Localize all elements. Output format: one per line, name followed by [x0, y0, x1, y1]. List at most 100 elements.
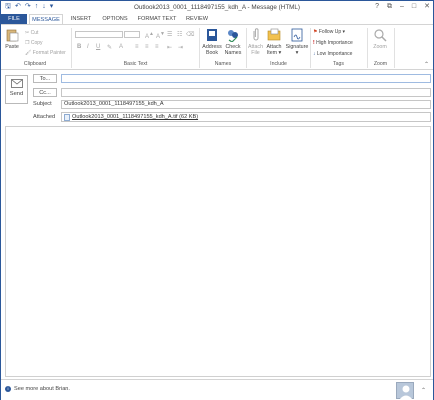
attach-item-label-2: Item ▾ — [266, 50, 282, 56]
follow-up-label: Follow Up ▾ — [318, 29, 346, 35]
window-controls: ? ⧉ – □ ✕ — [375, 3, 430, 11]
signature-icon — [291, 28, 303, 42]
check-names-button[interactable]: Check Names — [223, 28, 243, 56]
check-names-icon — [228, 30, 238, 43]
address-book-icon — [207, 29, 217, 41]
attach-file-label-2: File — [251, 50, 260, 56]
paste-icon — [6, 29, 19, 42]
font-size-combo[interactable] — [124, 31, 140, 38]
attachment-field: Outlook2013_0001_1118497155_kdh_A.tif (6… — [61, 112, 431, 122]
shrink-font-icon[interactable]: A▼ — [156, 31, 165, 40]
subject-field[interactable]: Outlook2013_0001_1118497155_kdh_A — [61, 100, 431, 109]
tab-review[interactable]: REVIEW — [182, 14, 212, 24]
zoom-group-label: Zoom — [373, 61, 388, 67]
include-group-label: Include — [270, 61, 287, 67]
down-arrow-icon: ↓ — [313, 51, 316, 57]
tif-file-icon — [64, 113, 70, 121]
send-icon — [10, 79, 23, 88]
separator — [199, 28, 200, 68]
align-right-icon[interactable]: ≡ — [155, 44, 159, 50]
minimize-icon[interactable]: – — [400, 3, 404, 11]
decrease-indent-icon[interactable]: ⇤ — [167, 44, 172, 51]
ribbon-display-icon[interactable]: ⧉ — [387, 3, 392, 11]
people-pane-bar: i See more about Brian. ⌃ — [1, 379, 433, 400]
cc-button[interactable]: Cc... — [33, 88, 57, 97]
cut-label: Cut — [30, 30, 39, 36]
window-title: Outlook2013_0001_1118497155_kdh_A - Mess… — [133, 4, 301, 11]
zoom-label: Zoom — [373, 44, 387, 50]
flag-icon: ⚑ — [313, 29, 318, 35]
tab-format-text[interactable]: FORMAT TEXT — [135, 14, 179, 24]
close-icon[interactable]: ✕ — [424, 3, 430, 11]
person-icon — [399, 385, 413, 400]
signature-label-2: ▾ — [295, 50, 299, 56]
subject-label: Subject — [33, 101, 52, 107]
italic-icon[interactable]: I — [87, 44, 89, 50]
outlook-message-window: 🖫 ↶ ↷ ↑ ↓ ▾ Outlook2013_0001_1118497155_… — [0, 0, 434, 400]
low-importance-label: Low Importance — [316, 51, 353, 57]
bullets-icon[interactable]: ☰ — [167, 31, 172, 38]
tab-message[interactable]: MESSAGE — [29, 14, 63, 24]
info-icon: i — [5, 386, 11, 392]
attach-item-icon — [267, 28, 281, 41]
avatar[interactable] — [396, 382, 414, 400]
tab-options[interactable]: OPTIONS — [99, 14, 131, 24]
tab-insert[interactable]: INSERT — [67, 14, 95, 24]
address-book-label-2: Book — [205, 50, 219, 56]
align-left-icon[interactable]: ≡ — [135, 44, 139, 50]
paperclip-icon — [253, 28, 258, 41]
attach-file-button[interactable]: Attach File — [248, 28, 263, 56]
see-more-label: See more about Brian. — [14, 386, 70, 392]
underline-icon[interactable]: U — [96, 44, 100, 50]
align-center-icon[interactable]: ≡ — [145, 44, 149, 50]
numbering-icon[interactable]: ☷ — [177, 31, 182, 38]
cut-button[interactable]: ✂ Cut — [25, 30, 38, 36]
increase-indent-icon[interactable]: ⇥ — [178, 44, 183, 51]
cc-field[interactable] — [61, 88, 431, 97]
bold-icon[interactable]: B — [77, 44, 81, 50]
format-painter-button[interactable]: 🖌 Format Painter — [25, 50, 66, 56]
message-body-editor[interactable] — [5, 126, 431, 377]
ribbon: Paste ✂ Cut ❐ Copy 🖌 Format Painter Clip… — [1, 24, 433, 70]
send-button[interactable]: Send — [5, 75, 28, 104]
high-importance-button[interactable]: ! High Importance — [313, 40, 353, 46]
maximize-icon[interactable]: □ — [412, 3, 416, 11]
high-importance-label: High Importance — [316, 40, 353, 46]
address-book-button[interactable]: Address Book — [202, 28, 222, 56]
magnifier-icon — [374, 29, 387, 42]
separator — [394, 28, 395, 68]
highlight-icon[interactable]: ✎ — [107, 44, 112, 51]
attach-item-button[interactable]: Attach Item ▾ — [264, 28, 284, 56]
help-icon[interactable]: ? — [375, 3, 379, 11]
signature-button[interactable]: Signature ▾ — [285, 28, 309, 56]
grow-font-icon[interactable]: A▲ — [145, 31, 154, 40]
copy-button[interactable]: ❐ Copy — [25, 40, 43, 46]
clipboard-group-label: Clipboard — [23, 61, 47, 67]
font-color-icon[interactable]: A — [119, 44, 123, 50]
basic-text-group-label: Basic Text — [123, 61, 148, 67]
paste-button[interactable]: Paste — [4, 28, 20, 50]
tab-file[interactable]: FILE — [1, 14, 27, 24]
format-painter-label: Format Painter — [32, 50, 66, 56]
attached-label: Attached — [33, 114, 56, 120]
names-group-label: Names — [214, 61, 232, 67]
title-bar: 🖫 ↶ ↷ ↑ ↓ ▾ Outlook2013_0001_1118497155_… — [1, 1, 433, 14]
follow-up-button[interactable]: ⚑ Follow Up ▾ — [313, 29, 345, 35]
to-field[interactable] — [61, 74, 431, 83]
expand-people-pane-icon[interactable]: ⌃ — [421, 387, 426, 394]
to-button[interactable]: To... — [33, 74, 57, 83]
paste-label: Paste — [5, 44, 19, 50]
zoom-button[interactable]: Zoom — [370, 28, 390, 50]
see-more-link[interactable]: i See more about Brian. — [5, 386, 70, 392]
check-names-label-2: Names — [224, 50, 242, 56]
separator — [71, 28, 72, 68]
exclamation-icon: ! — [313, 40, 315, 46]
ribbon-tabs: FILE MESSAGE INSERT OPTIONS FORMAT TEXT … — [1, 14, 433, 24]
send-label: Send — [9, 91, 24, 97]
attachment-link[interactable]: Outlook2013_0001_1118497155_kdh_A.tif (6… — [72, 114, 198, 120]
clear-formatting-icon[interactable]: ⌫ — [186, 31, 194, 38]
font-name-combo[interactable] — [75, 31, 123, 38]
collapse-ribbon-icon[interactable]: ⌃ — [424, 61, 429, 68]
low-importance-button[interactable]: ↓ Low Importance — [313, 51, 352, 57]
tags-group-label: Tags — [333, 61, 344, 67]
